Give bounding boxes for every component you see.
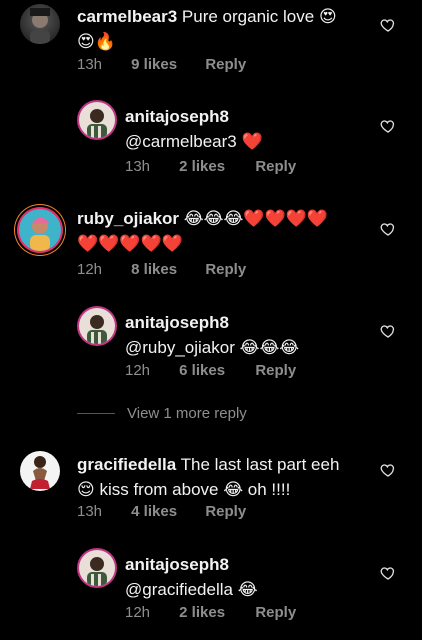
view-more-replies[interactable]: View 1 more reply [77, 405, 247, 422]
username[interactable]: gracifiedella [77, 455, 176, 474]
reply-button[interactable]: Reply [255, 362, 296, 379]
avatar[interactable] [19, 209, 61, 251]
heart-outline-icon[interactable] [380, 118, 396, 134]
username[interactable]: carmelbear3 [77, 7, 177, 26]
profile-photo-icon [30, 217, 50, 251]
comment-body: The last last part eeh [180, 455, 340, 474]
heart-outline-icon[interactable] [380, 462, 396, 478]
reply-button[interactable]: Reply [255, 158, 296, 175]
view-more-label[interactable]: View 1 more reply [127, 405, 247, 422]
avatar[interactable] [79, 550, 115, 586]
profile-photo-icon [30, 456, 50, 489]
profile-photo-icon [87, 315, 107, 344]
reply-button[interactable]: Reply [205, 56, 246, 73]
likes-count[interactable]: 6 likes [179, 362, 251, 379]
comment-ruby_ojiakor: ruby_ojiakor 😂😂😂❤️❤️❤️❤️ ❤️❤️❤️❤️❤️ 12h … [0, 202, 422, 292]
profile-photo-icon [87, 109, 107, 138]
timestamp: 13h [77, 503, 103, 520]
comment-body: @gracifiedella 😂 [125, 580, 258, 599]
heart-outline-icon[interactable] [380, 17, 396, 33]
heart-outline-icon[interactable] [380, 323, 396, 339]
comment-meta: 12h 8 likes Reply [77, 261, 246, 278]
timestamp: 12h [125, 362, 151, 379]
profile-photo-icon [87, 557, 107, 586]
username[interactable]: ruby_ojiakor [77, 209, 179, 228]
comment-carmelbear3: carmelbear3 Pure organic love 😍 😍🔥 13h 9… [0, 0, 422, 90]
comment-body-line2: 😍🔥 [77, 32, 116, 51]
divider [77, 413, 115, 414]
comment-text: carmelbear3 Pure organic love 😍 😍🔥 [77, 4, 367, 54]
comment-body: @carmelbear3 ❤️ [125, 132, 263, 151]
reply-anitajoseph8-2: anitajoseph8 @ruby_ojiakor 😂😂😂 12h 6 lik… [0, 306, 422, 391]
avatar[interactable] [79, 102, 115, 138]
likes-count[interactable]: 2 likes [179, 604, 251, 621]
avatar[interactable] [20, 4, 60, 44]
likes-count[interactable]: 2 likes [179, 158, 251, 175]
timestamp: 12h [77, 261, 103, 278]
comment-text: gracifiedella The last last part eeh 😌 k… [77, 452, 377, 502]
timestamp: 13h [125, 158, 151, 175]
comment-body-line2: 😌 kiss from above 😂 oh !!!! [77, 480, 291, 499]
comment-meta: 12h 6 likes Reply [125, 362, 296, 379]
heart-outline-icon[interactable] [380, 221, 396, 237]
avatar[interactable] [20, 451, 60, 491]
likes-count[interactable]: 4 likes [131, 503, 201, 520]
username[interactable]: anitajoseph8 [125, 555, 229, 574]
timestamp: 13h [77, 56, 103, 73]
reply-anitajoseph8-3: anitajoseph8 @gracifiedella 😂 12h 2 like… [0, 548, 422, 633]
avatar[interactable] [79, 308, 115, 344]
comment-text: anitajoseph8 @ruby_ojiakor 😂😂😂 [125, 310, 365, 360]
likes-count[interactable]: 8 likes [131, 261, 201, 278]
profile-photo-icon [30, 8, 50, 44]
reply-button[interactable]: Reply [205, 503, 246, 520]
heart-outline-icon[interactable] [380, 565, 396, 581]
username[interactable]: anitajoseph8 [125, 107, 229, 126]
comment-body: @ruby_ojiakor 😂😂😂 [125, 338, 300, 357]
comment-meta: 13h 9 likes Reply [77, 56, 246, 73]
comment-text: anitajoseph8 @carmelbear3 ❤️ [125, 104, 365, 154]
comment-meta: 13h 4 likes Reply [77, 503, 246, 520]
timestamp: 12h [125, 604, 151, 621]
reply-button[interactable]: Reply [255, 604, 296, 621]
reply-anitajoseph8-1: anitajoseph8 @carmelbear3 ❤️ 13h 2 likes… [0, 100, 422, 185]
likes-count[interactable]: 9 likes [131, 56, 201, 73]
comment-text: ruby_ojiakor 😂😂😂❤️❤️❤️❤️ ❤️❤️❤️❤️❤️ [77, 206, 377, 256]
comment-body-line2: ❤️❤️❤️❤️❤️ [77, 234, 183, 253]
comment-body: Pure organic love 😍 [181, 7, 337, 26]
comment-meta: 13h 2 likes Reply [125, 158, 296, 175]
comment-text: anitajoseph8 @gracifiedella 😂 [125, 552, 365, 602]
comment-body: 😂😂😂❤️❤️❤️❤️ [183, 209, 329, 228]
username[interactable]: anitajoseph8 [125, 313, 229, 332]
comment-gracifiedella: gracifiedella The last last part eeh 😌 k… [0, 448, 422, 538]
comment-meta: 12h 2 likes Reply [125, 604, 296, 621]
reply-button[interactable]: Reply [205, 261, 246, 278]
